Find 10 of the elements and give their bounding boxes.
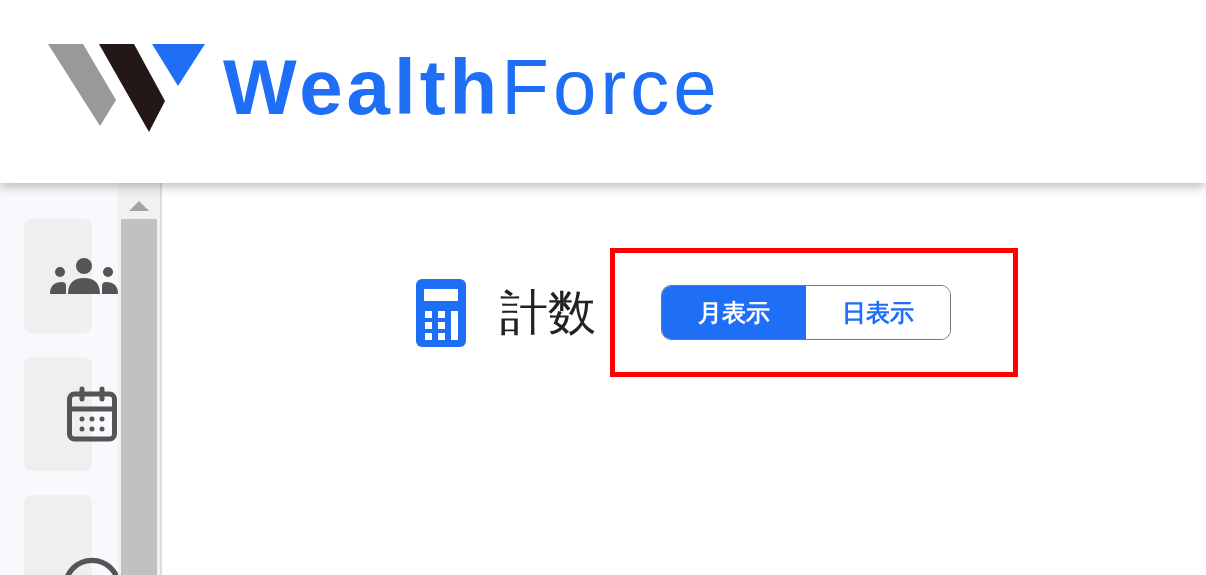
view-toggle-option[interactable]: 月表示	[662, 286, 806, 339]
sidebar-item[interactable]	[24, 495, 92, 575]
page-title: 計数	[500, 282, 596, 342]
logo-icon	[48, 43, 205, 132]
sidebar-item[interactable]	[24, 219, 92, 333]
scrollbar-thumb[interactable]	[121, 219, 157, 575]
people-icon	[50, 258, 118, 294]
logo-text: WealthForce	[223, 42, 721, 133]
sidebar-item[interactable]	[24, 357, 92, 471]
calculator-icon	[416, 278, 466, 347]
